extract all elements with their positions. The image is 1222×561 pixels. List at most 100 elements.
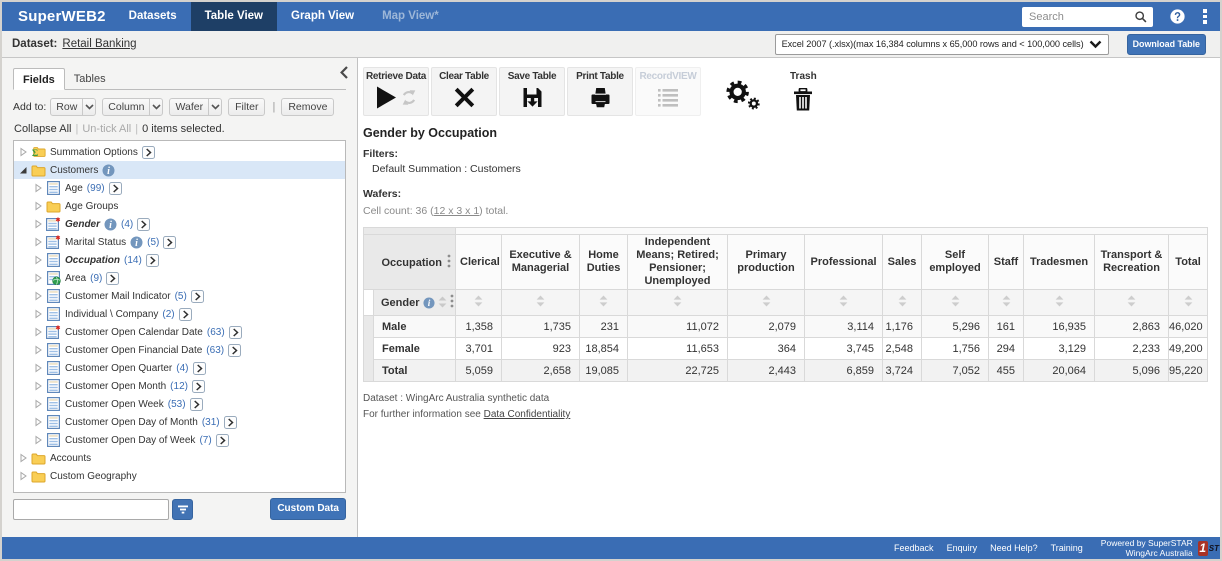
- column-sort-cell[interactable]: [502, 290, 580, 316]
- tree-filter-input[interactable]: [13, 499, 169, 520]
- add-to-table-arrow-button[interactable]: [193, 362, 206, 375]
- data-cell[interactable]: 95,220: [1169, 360, 1208, 382]
- remove-button[interactable]: Remove: [281, 98, 334, 116]
- table-options-button[interactable]: [726, 80, 761, 115]
- data-cell[interactable]: 3,129: [1024, 338, 1095, 360]
- add-to-table-arrow-button[interactable]: [191, 290, 204, 303]
- filter-button[interactable]: Filter: [228, 98, 265, 116]
- data-cell[interactable]: 20,064: [1024, 360, 1095, 382]
- data-cell[interactable]: 294: [989, 338, 1024, 360]
- chevron-down-icon[interactable]: [82, 99, 95, 115]
- tree-item-gender[interactable]: Genderi(4): [14, 215, 345, 233]
- column-header[interactable]: Total: [1169, 235, 1208, 290]
- sidebar-collapse-icon[interactable]: [340, 66, 348, 81]
- add-to-table-arrow-button[interactable]: [228, 344, 241, 357]
- data-cell[interactable]: 6,859: [805, 360, 883, 382]
- more-menu-icon[interactable]: [1203, 9, 1207, 24]
- add-to-table-arrow-button[interactable]: [146, 254, 159, 267]
- trash-button[interactable]: Trash: [790, 71, 817, 116]
- column-header[interactable]: Executive & Managerial: [502, 235, 580, 290]
- tree-item-summation-options[interactable]: ΣSummation Options: [14, 143, 345, 161]
- tree-expand-icon[interactable]: [34, 183, 43, 193]
- row-header[interactable]: Female: [374, 338, 456, 360]
- column-sort-cell[interactable]: [456, 290, 502, 316]
- data-cell[interactable]: 231: [580, 316, 628, 338]
- row-menu-icon[interactable]: [450, 294, 454, 311]
- column-header[interactable]: Sales: [883, 235, 922, 290]
- add-to-table-arrow-button[interactable]: [224, 416, 237, 429]
- chevron-down-icon[interactable]: [149, 99, 162, 115]
- add-to-wafer-button[interactable]: Wafer: [169, 98, 222, 116]
- nav-item-table-view[interactable]: Table View: [191, 2, 277, 31]
- data-cell[interactable]: 2,079: [728, 316, 805, 338]
- row-dimension-header[interactable]: Genderi: [374, 290, 456, 316]
- data-cell[interactable]: 46,020: [1169, 316, 1208, 338]
- custom-data-button[interactable]: Custom Data: [270, 498, 346, 520]
- data-cell[interactable]: 1,176: [883, 316, 922, 338]
- tree-expand-icon[interactable]: [19, 453, 28, 463]
- data-cell[interactable]: 18,854: [580, 338, 628, 360]
- save-table-button[interactable]: Save Table: [499, 67, 565, 116]
- data-cell[interactable]: 11,653: [628, 338, 728, 360]
- data-cell[interactable]: 3,724: [883, 360, 922, 382]
- data-cell[interactable]: 5,096: [1095, 360, 1169, 382]
- tree-item-customer-mail-indicator[interactable]: Customer Mail Indicator(5): [14, 287, 345, 305]
- tree-item-individual-company[interactable]: Individual \ Company(2): [14, 305, 345, 323]
- tree-item-customer-open-week[interactable]: Customer Open Week(53): [14, 395, 345, 413]
- add-to-table-arrow-button[interactable]: [179, 308, 192, 321]
- data-cell[interactable]: 161: [989, 316, 1024, 338]
- add-to-table-arrow-button[interactable]: [216, 434, 229, 447]
- tree-item-custom-geography[interactable]: Custom Geography: [14, 467, 345, 485]
- tree-item-area[interactable]: Area(9): [14, 269, 345, 287]
- data-cell[interactable]: 923: [502, 338, 580, 360]
- search-input[interactable]: [1022, 11, 1134, 23]
- data-cell[interactable]: 2,233: [1095, 338, 1169, 360]
- add-to-table-arrow-button[interactable]: [192, 380, 205, 393]
- tree-item-customer-open-calendar-date[interactable]: Customer Open Calendar Date(63): [14, 323, 345, 341]
- footer-link-feedback[interactable]: Feedback: [894, 543, 934, 553]
- data-cell[interactable]: 22,725: [628, 360, 728, 382]
- add-to-table-arrow-button[interactable]: [137, 218, 150, 231]
- tree-item-customer-open-quarter[interactable]: Customer Open Quarter(4): [14, 359, 345, 377]
- footer-link-need-help[interactable]: Need Help?: [990, 543, 1038, 553]
- export-format-select[interactable]: Excel 2007 (.xlsx)(max 16,384 columns x …: [775, 34, 1109, 55]
- tree-expand-icon[interactable]: [34, 327, 43, 337]
- tree-expand-icon[interactable]: [34, 201, 43, 211]
- data-cell[interactable]: 11,072: [628, 316, 728, 338]
- tree-item-age-groups[interactable]: Age Groups: [14, 197, 345, 215]
- tree-item-occupation[interactable]: Occupation(14): [14, 251, 345, 269]
- tree-expand-icon[interactable]: [19, 147, 28, 157]
- chevron-down-icon[interactable]: [208, 99, 221, 115]
- help-icon[interactable]: [1170, 9, 1185, 24]
- tree-expand-icon[interactable]: [34, 255, 43, 265]
- column-header[interactable]: Home Duties: [580, 235, 628, 290]
- add-to-table-arrow-button[interactable]: [142, 146, 155, 159]
- dataset-link[interactable]: Retail Banking: [62, 38, 136, 50]
- tree-expand-icon[interactable]: [34, 219, 43, 229]
- tree-filter-button[interactable]: [172, 499, 193, 520]
- data-cell[interactable]: 5,296: [922, 316, 989, 338]
- tree-expand-icon[interactable]: [34, 381, 43, 391]
- tree-item-age[interactable]: Age(99): [14, 179, 345, 197]
- add-to-table-arrow-button[interactable]: [163, 236, 176, 249]
- column-dimension-header[interactable]: Occupation: [364, 235, 456, 290]
- column-header[interactable]: Transport & Recreation: [1095, 235, 1169, 290]
- column-header[interactable]: Primary production: [728, 235, 805, 290]
- column-menu-icon[interactable]: [447, 254, 451, 271]
- data-cell[interactable]: 2,863: [1095, 316, 1169, 338]
- column-sort-cell[interactable]: [883, 290, 922, 316]
- add-to-table-arrow-button[interactable]: [190, 398, 203, 411]
- data-cell[interactable]: 3,701: [456, 338, 502, 360]
- tree-item-customers[interactable]: Customersi: [14, 161, 345, 179]
- info-icon[interactable]: i: [104, 218, 117, 231]
- recordview-button[interactable]: RecordVIEW: [635, 67, 701, 116]
- column-sort-cell[interactable]: [580, 290, 628, 316]
- tree-item-marital-status[interactable]: Marital Statusi(5): [14, 233, 345, 251]
- data-cell[interactable]: 2,548: [883, 338, 922, 360]
- tree-expand-icon[interactable]: [34, 345, 43, 355]
- column-header[interactable]: Professional: [805, 235, 883, 290]
- tree-expand-icon[interactable]: [34, 309, 43, 319]
- column-header[interactable]: Staff: [989, 235, 1024, 290]
- tree-item-accounts[interactable]: Accounts: [14, 449, 345, 467]
- data-cell[interactable]: 3,745: [805, 338, 883, 360]
